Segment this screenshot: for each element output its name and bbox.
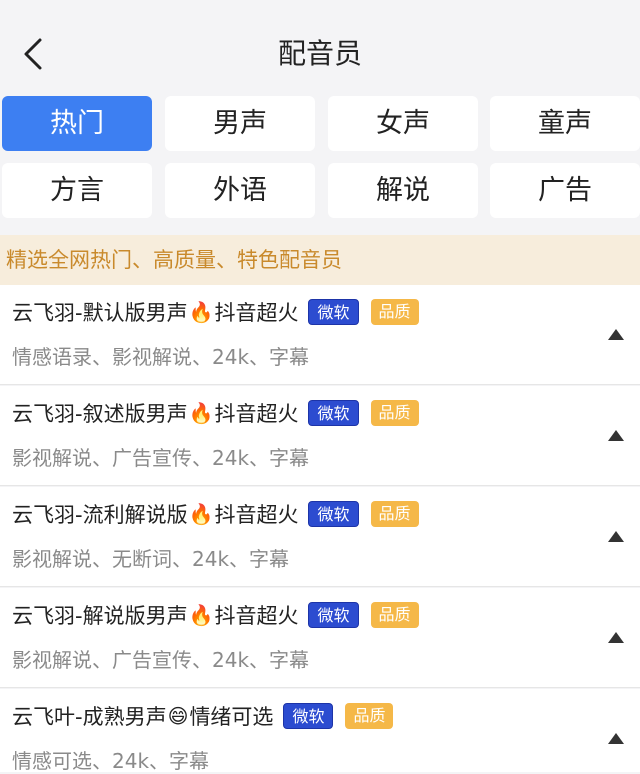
voice-name: 云飞羽-解说版男声 [12,604,188,628]
tab-child[interactable]: 童声 [490,96,640,151]
app-header: 配音员 [0,0,640,96]
tab-male[interactable]: 男声 [165,96,315,151]
voice-name: 云飞羽-流利解说版 [12,503,188,527]
voice-highlight: 抖音超火 [214,604,299,628]
quality-badge: 品质 [370,501,419,527]
voice-name: 云飞叶-成熟男声 [12,705,167,729]
list-item[interactable]: 云飞叶-成熟男声 😄 情绪可选 微软 品质 情感可选、24k、字幕 [0,689,640,773]
page-title: 配音员 [277,37,362,70]
expand-triangle-icon[interactable] [608,632,624,643]
voice-name: 云飞羽-默认版男声 [12,301,188,325]
microsoft-badge: 微软 [308,501,359,527]
grin-emoji-icon: 😄 [167,704,189,728]
tab-dialect[interactable]: 方言 [2,163,152,218]
expand-triangle-icon[interactable] [608,329,624,340]
microsoft-badge: 微软 [308,602,359,628]
tab-female[interactable]: 女声 [328,96,478,151]
fire-icon: 🔥 [188,401,214,425]
fire-icon: 🔥 [188,502,214,526]
voice-highlight: 抖音超火 [214,301,299,325]
fire-icon: 🔥 [188,603,214,627]
quality-badge: 品质 [345,703,394,729]
quality-badge: 品质 [370,602,419,628]
quality-badge: 品质 [370,400,419,426]
voice-highlight: 情绪可选 [189,705,274,729]
microsoft-badge: 微软 [283,703,334,729]
voice-title-row: 云飞羽-流利解说版 🔥 抖音超火 微软 品质 [12,499,419,529]
list-item[interactable]: 云飞羽-叙述版男声 🔥 抖音超火 微软 品质 影视解说、广告宣传、24k、字幕 [0,386,640,486]
voice-description: 情感可选、24k、字幕 [12,749,210,773]
voice-description: 影视解说、无断词、24k、字幕 [12,547,290,571]
microsoft-badge: 微软 [308,400,359,426]
voice-title-row: 云飞羽-叙述版男声 🔥 抖音超火 微软 品质 [12,398,419,428]
tab-foreign[interactable]: 外语 [165,163,315,218]
voice-description: 影视解说、广告宣传、24k、字幕 [12,446,310,470]
list-item[interactable]: 云飞羽-默认版男声 🔥 抖音超火 微软 品质 情感语录、影视解说、24k、字幕 [0,285,640,385]
voice-title-row: 云飞羽-解说版男声 🔥 抖音超火 微软 品质 [12,600,419,630]
tab-commentary[interactable]: 解说 [328,163,478,218]
voice-title-row: 云飞羽-默认版男声 🔥 抖音超火 微软 品质 [12,297,419,327]
fire-icon: 🔥 [188,300,214,324]
voice-title-row: 云飞叶-成熟男声 😄 情绪可选 微软 品质 [12,701,394,731]
expand-triangle-icon[interactable] [608,430,624,441]
list-item[interactable]: 云飞羽-流利解说版 🔥 抖音超火 微软 品质 影视解说、无断词、24k、字幕 [0,487,640,587]
quality-badge: 品质 [370,299,419,325]
expand-triangle-icon[interactable] [608,733,624,744]
featured-banner: 精选全网热门、高质量、特色配音员 [0,235,640,285]
voice-description: 影视解说、广告宣传、24k、字幕 [12,648,310,672]
expand-triangle-icon[interactable] [608,531,624,542]
list-item[interactable]: 云飞羽-解说版男声 🔥 抖音超火 微软 品质 影视解说、广告宣传、24k、字幕 [0,588,640,688]
tab-hot[interactable]: 热门 [2,96,152,151]
voice-description: 情感语录、影视解说、24k、字幕 [12,345,310,369]
voice-highlight: 抖音超火 [214,402,299,426]
voice-highlight: 抖音超火 [214,503,299,527]
microsoft-badge: 微软 [308,299,359,325]
tab-advertising[interactable]: 广告 [490,163,640,218]
voice-name: 云飞羽-叙述版男声 [12,402,188,426]
